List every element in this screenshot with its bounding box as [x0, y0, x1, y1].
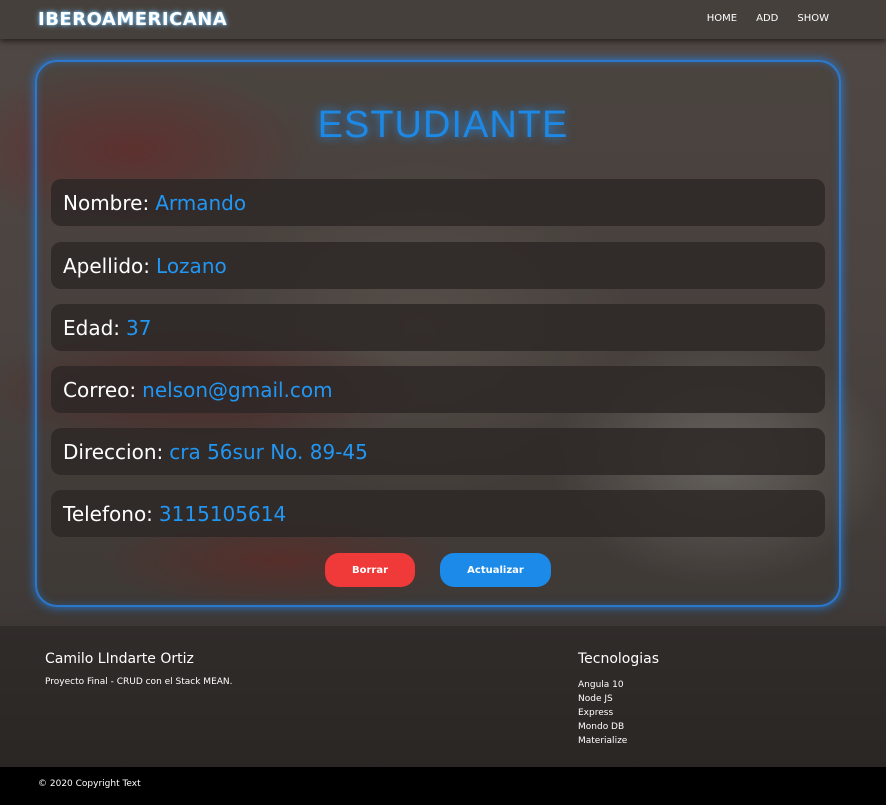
field-value: 3115105614: [158, 501, 287, 526]
field-edad: Edad: 37: [51, 304, 825, 351]
tech-item: Angula 10: [578, 680, 624, 690]
field-label: Apellido:: [63, 253, 151, 278]
delete-button[interactable]: Borrar: [325, 553, 415, 587]
nav-link-home[interactable]: HOME: [707, 13, 737, 24]
update-button[interactable]: Actualizar: [440, 553, 551, 587]
field-label: Nombre:: [63, 190, 150, 215]
copyright-text: © 2020 Copyright Text: [38, 779, 141, 789]
brand-logo[interactable]: IBEROAMERICANA: [38, 9, 227, 30]
tech-item: Express: [578, 708, 614, 718]
tech-item: Node JS: [578, 694, 613, 704]
field-apellido: Apellido: Lozano: [51, 242, 825, 289]
field-label: Direccion:: [63, 439, 164, 464]
tech-list: Angula 10 Node JS Express Mondo DB Mater…: [578, 678, 627, 748]
field-value: cra 56sur No. 89-45: [169, 439, 368, 464]
footer-author: Camilo LIndarte Ortiz: [45, 651, 194, 667]
field-value: Lozano: [156, 253, 227, 278]
nav-link-add[interactable]: ADD: [756, 13, 778, 24]
field-value: nelson@gmail.com: [142, 377, 333, 402]
field-value: 37: [126, 315, 152, 340]
field-correo: Correo: nelson@gmail.com: [51, 366, 825, 413]
tech-title: Tecnologias: [578, 651, 660, 667]
field-value: Armando: [155, 190, 247, 215]
tech-item: Materialize: [578, 736, 628, 746]
field-label: Edad:: [63, 315, 121, 340]
navbar: IBEROAMERICANA HOME ADD SHOW: [0, 0, 886, 39]
tech-item: Mondo DB: [578, 722, 625, 732]
field-direccion: Direccion: cra 56sur No. 89-45: [51, 428, 825, 475]
card-title: ESTUDIANTE: [317, 104, 569, 146]
field-telefono: Telefono: 3115105614: [51, 490, 825, 537]
copyright-bar: © 2020 Copyright Text: [0, 767, 886, 805]
footer-description: Proyecto Final - CRUD con el Stack MEAN.: [45, 677, 233, 687]
footer: [0, 626, 886, 767]
field-label: Correo:: [63, 377, 137, 402]
nav-links: HOME ADD SHOW: [707, 13, 829, 24]
field-label: Telefono:: [63, 501, 153, 526]
field-nombre: Nombre: Armando: [51, 179, 825, 226]
nav-link-show[interactable]: SHOW: [797, 13, 829, 24]
